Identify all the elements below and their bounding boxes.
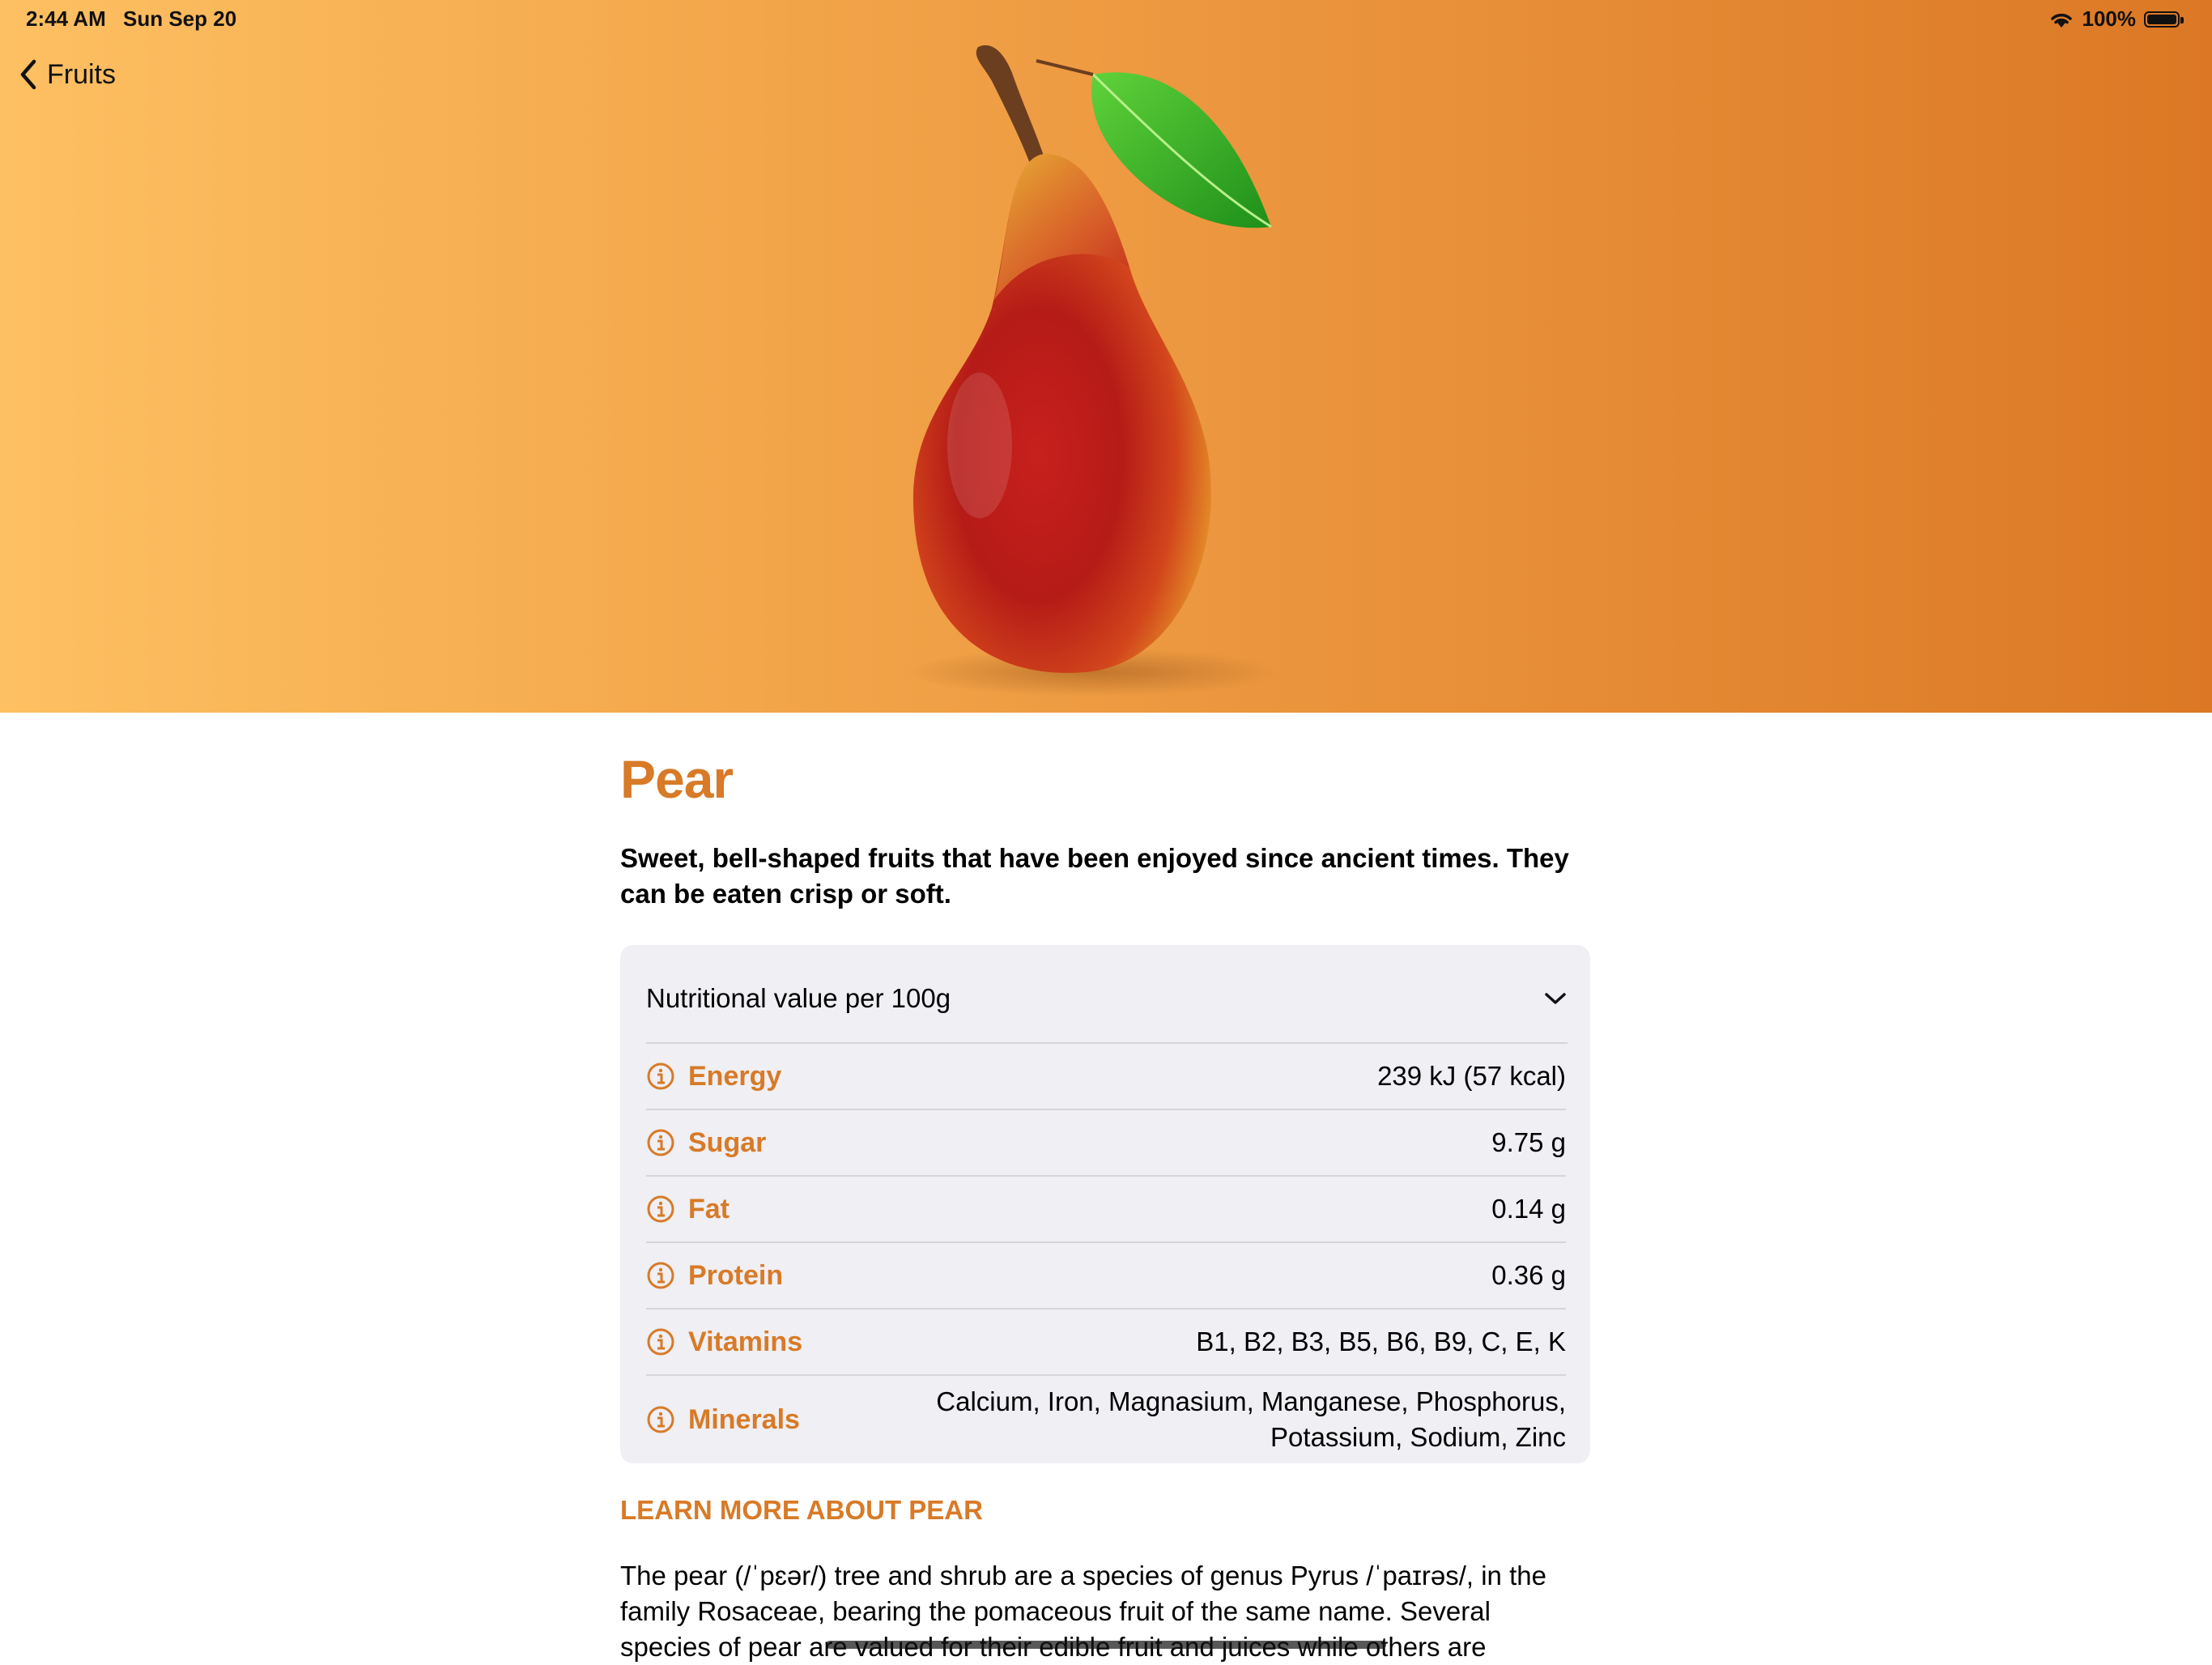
nutrition-value-line: Potassium, Sodium, Zinc xyxy=(1270,1422,1566,1452)
nutrition-value: B1, B2, B3, B5, B6, B9, C, E, K xyxy=(1196,1326,1566,1356)
nutrition-card: Nutritional value per 100g Energy 239 kJ… xyxy=(620,945,1590,1463)
wifi-icon xyxy=(2050,13,2072,28)
learn-more-body: The pear (/ˈpɛər/) tree and shrub are a … xyxy=(620,1561,1546,1662)
battery-icon xyxy=(2144,11,2184,28)
nutrition-label: Vitamins xyxy=(688,1326,803,1357)
learn-more-heading[interactable]: LEARN MORE ABOUT PEAR xyxy=(620,1495,983,1526)
nutrition-row-sugar: Sugar 9.75 g xyxy=(646,1110,1566,1177)
nutrition-row-protein: Protein 0.36 g xyxy=(646,1243,1566,1309)
nutrition-row-energy: Energy 239 kJ (57 kcal) xyxy=(646,1044,1566,1110)
status-time: 2:44 AM xyxy=(26,6,106,31)
back-button[interactable]: Fruits xyxy=(18,58,116,91)
info-icon[interactable] xyxy=(646,1194,675,1224)
nutrition-row-vitamins: Vitamins B1, B2, B3, B5, B6, B9, C, E, K xyxy=(646,1309,1566,1376)
nutrition-disclosure-header[interactable]: Nutritional value per 100g xyxy=(646,945,1568,1044)
nutrition-row-minerals: Minerals Calcium, Iron, Magnasium, Manga… xyxy=(646,1376,1566,1463)
info-icon[interactable] xyxy=(646,1128,675,1157)
chevron-down-icon xyxy=(1545,993,1566,1004)
info-icon[interactable] xyxy=(646,1062,675,1091)
back-button-label: Fruits xyxy=(47,58,116,90)
home-indicator[interactable] xyxy=(826,1641,1386,1649)
nutrition-label: Energy xyxy=(688,1060,782,1092)
nutrition-label: Sugar xyxy=(688,1126,767,1158)
nutrition-value: Calcium, Iron, Magnasium, Manganese, Pho… xyxy=(936,1384,1566,1455)
nutrition-value-line: Calcium, Iron, Magnasium, Manganese, Pho… xyxy=(936,1386,1566,1416)
info-icon[interactable] xyxy=(646,1261,675,1290)
nutrition-value: 9.75 g xyxy=(1491,1127,1566,1157)
info-icon[interactable] xyxy=(646,1327,675,1356)
nutrition-row-fat: Fat 0.14 g xyxy=(646,1177,1566,1243)
pear-image xyxy=(907,45,1279,696)
status-indicators: 100% xyxy=(2048,6,2184,32)
nutrition-label: Protein xyxy=(688,1259,784,1291)
info-icon[interactable] xyxy=(646,1405,675,1434)
nutrition-value: 0.36 g xyxy=(1491,1260,1566,1290)
hero-header: 2:44 AM Sun Sep 20 100% Fruits xyxy=(0,0,2212,713)
chevron-left-icon xyxy=(20,59,36,90)
status-date: Sun Sep 20 xyxy=(123,6,237,31)
fruit-summary: Sweet, bell-shaped fruits that have been… xyxy=(620,843,1569,909)
page-title: Pear xyxy=(620,749,734,809)
nutrition-header-label: Nutritional value per 100g xyxy=(646,983,951,1013)
nutrition-label: Fat xyxy=(688,1193,730,1224)
nutrition-label: Minerals xyxy=(688,1403,800,1435)
battery-percentage: 100% xyxy=(2082,6,2137,31)
nutrition-value: 0.14 g xyxy=(1491,1194,1566,1224)
nutrition-value: 239 kJ (57 kcal) xyxy=(1377,1061,1566,1091)
